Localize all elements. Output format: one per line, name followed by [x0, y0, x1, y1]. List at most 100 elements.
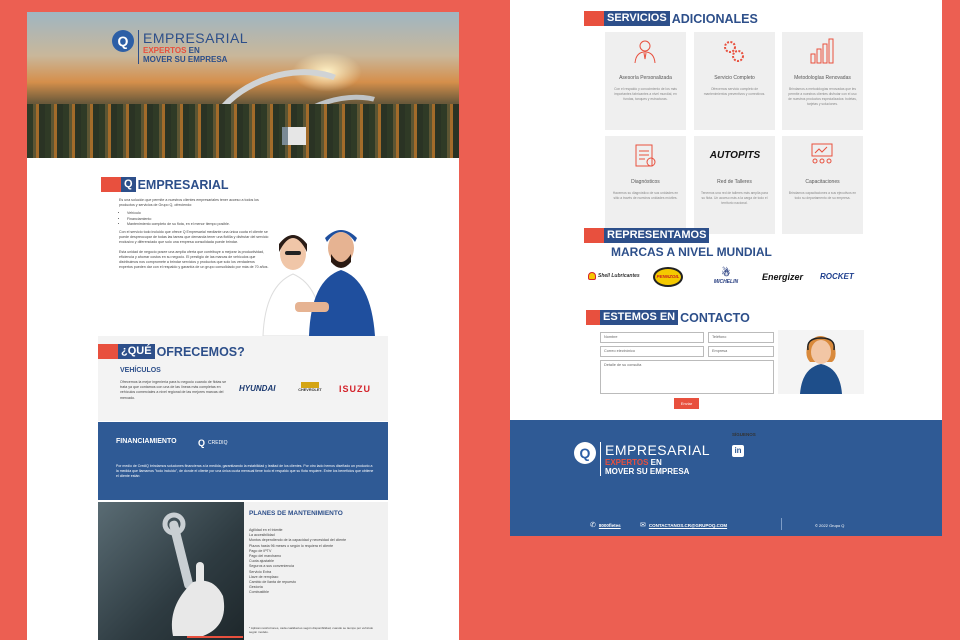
tile-title: Capacitaciones	[805, 179, 840, 185]
footer-logo-title: EMPRESARIAL	[605, 442, 711, 458]
vehicles-title: VEHÍCULOS	[120, 367, 161, 374]
team-photo	[249, 224, 381, 337]
hero-logo[interactable]: Q EMPRESARIAL EXPERTOS EN MOVER SU EMPRE…	[112, 30, 248, 64]
right-page: SERVICIOS ADICIONALES Asesoría Personali…	[510, 0, 942, 536]
agent-photo	[778, 330, 864, 394]
shell-logo[interactable]: Shell Lubricantes	[588, 272, 640, 280]
heading-accent	[586, 310, 600, 325]
service-tile-training[interactable]: Capacitaciones Brindamos capacitaciones …	[782, 136, 863, 234]
footer-tag-red: EXPERTOS	[605, 458, 649, 467]
phone-input[interactable]: Teléfono	[708, 332, 774, 343]
advisor-icon	[634, 40, 656, 64]
heading-accent	[584, 11, 604, 26]
clipboard-icon	[635, 144, 656, 167]
q-logo-icon: Q	[574, 442, 596, 464]
michelin-label: MICHELIN	[713, 279, 739, 285]
heading-estemos: ESTEMOS EN	[600, 310, 679, 325]
follow-label: SÍGUENOS	[732, 432, 756, 437]
submit-label: Enviar	[680, 401, 693, 406]
crediq-q-icon: Q	[198, 438, 206, 448]
financing-box: FINANCIAMIENTO Q CREDIQ Por medio de Cre…	[98, 422, 388, 500]
name-input[interactable]: Nombre	[600, 332, 704, 343]
services-heading: SERVICIOS ADICIONALES	[584, 11, 758, 26]
michelin-logo[interactable]: ☃ MICHELIN	[708, 268, 744, 285]
financing-text: Por medio de CrediQ brindamos soluciones…	[116, 464, 374, 478]
isuzu-label: ISUZU	[339, 384, 371, 394]
chevrolet-logo[interactable]: CHEVROLET	[295, 382, 325, 392]
heading-representamos: REPRESENTAMOS	[604, 228, 710, 243]
autopits-logo: AUTOPITS	[700, 150, 770, 161]
tile-desc: Tenemos una red de talleres más amplia p…	[701, 191, 768, 205]
pennzoil-logo[interactable]: PENNZOIL	[653, 267, 683, 287]
logo-title: EMPRESARIAL	[143, 30, 249, 46]
left-page: Q EMPRESARIAL EXPERTOS EN MOVER SU EMPRE…	[27, 12, 459, 640]
intro-p2: Con el servicio todo incluido que ofrece…	[119, 230, 269, 245]
financing-title: FINANCIAMIENTO	[116, 438, 177, 445]
intro-text: Es una solución que permite a nuestros c…	[119, 198, 269, 280]
mechanic-photo	[98, 502, 244, 640]
represent-heading: REPRESENTAMOS	[584, 228, 710, 243]
email-address: CONTACTANOS.CR@GRUPOQ.COM	[648, 522, 728, 528]
crediq-logo[interactable]: Q CREDIQ	[198, 438, 227, 448]
maintenance-note: * Aplican restricciones, cada cualidad e…	[249, 626, 374, 634]
service-tile-workshops[interactable]: AUTOPITS Red de Talleres Tenemos una red…	[694, 136, 775, 234]
service-tile-diagnostics[interactable]: Diagnósticos Hacemos su diagnóstico de s…	[605, 136, 686, 234]
represent-subheading: MARCAS A NIVEL MUNDIAL	[611, 245, 772, 259]
heading-adicionales: ADICIONALES	[671, 11, 758, 26]
autopits-label: AUTOPITS	[709, 150, 761, 161]
logo-tag-red: EXPERTOS	[143, 46, 187, 55]
service-tile-methods[interactable]: Metodologías Renovadas Brindamos a metod…	[782, 32, 863, 130]
heading-accent	[101, 177, 121, 192]
accent-line	[187, 636, 243, 638]
maintenance-title: PLANES DE MANTENIMIENTO	[249, 510, 343, 517]
footer: Q EMPRESARIAL EXPERTOS EN MOVER SU EMPRE…	[510, 420, 942, 536]
heading-empresarial: EMPRESARIAL	[137, 177, 229, 192]
heading-contacto: CONTACTO	[680, 310, 750, 325]
shell-label: Shell Lubricantes	[598, 273, 640, 279]
tile-desc: Ofrecemos servicio completo de mantenimi…	[703, 87, 766, 96]
bar-chart-icon	[810, 38, 834, 64]
email-placeholder: Correo electrónico	[604, 349, 636, 353]
heading-accent	[98, 344, 118, 359]
service-tile-advisor[interactable]: Asesoría Personalizada Con el respaldo y…	[605, 32, 686, 130]
tile-title: Asesoría Personalizada	[619, 75, 672, 81]
linkedin-icon[interactable]: in	[732, 445, 744, 457]
tile-title: Diagnósticos	[631, 179, 660, 185]
vehicles-text: Ofrecemos la mejor ingeniería para tu ne…	[120, 380, 227, 400]
energizer-logo[interactable]: Energizer	[762, 272, 803, 282]
training-icon	[811, 143, 833, 164]
rocket-label: ROCKET	[820, 272, 854, 281]
maintenance-list: Agilidad en el trámite La accesibilidad …	[249, 528, 379, 596]
heading-ofrecemos: OFRECEMOS?	[156, 344, 245, 359]
tile-title: Metodologías Renovadas	[794, 75, 851, 81]
tile-desc: Hacemos su diagnóstico de sus unidades e…	[612, 191, 679, 200]
intro-p1: Es una solución que permite a nuestros c…	[119, 198, 259, 208]
footer-logo[interactable]: Q EMPRESARIAL EXPERTOS EN MOVER SU EMPRE…	[574, 442, 710, 476]
company-input[interactable]: Empresa	[708, 346, 774, 357]
michelin-man-icon: ☃	[721, 268, 731, 279]
truck-image	[282, 127, 306, 145]
hyundai-logo[interactable]: HYUNDAI	[239, 384, 275, 393]
mail-icon: ✉	[640, 522, 646, 529]
gears-icon	[724, 41, 744, 62]
tile-title: Red de Talleres	[717, 179, 752, 185]
rocket-logo[interactable]: ROCKET	[820, 272, 854, 281]
heading-q: Q	[121, 177, 136, 192]
service-tile-complete[interactable]: Servicio Completo Ofrecemos servicio com…	[694, 32, 775, 130]
intro-p3: Esta unidad de negocio posee una amplia …	[119, 249, 269, 270]
company-placeholder: Empresa	[712, 349, 728, 353]
shell-icon	[588, 272, 596, 280]
detail-textarea[interactable]: Detalle de su consulta	[600, 360, 774, 394]
tile-desc: Con el respaldo y conocimiento de los má…	[614, 87, 677, 101]
logo-tag-line2: MOVER SU EMPRESA	[143, 55, 228, 64]
footer-email[interactable]: ✉ CONTACTANOS.CR@GRUPOQ.COM	[640, 521, 727, 529]
crediq-label: CREDIQ	[208, 440, 228, 446]
footer-phone[interactable]: ✆ 8000fletes	[590, 521, 621, 529]
isuzu-logo[interactable]: ISUZU	[339, 384, 371, 394]
email-input[interactable]: Correo electrónico	[600, 346, 704, 357]
submit-button[interactable]: Enviar	[674, 398, 699, 409]
hyundai-label: HYUNDAI	[239, 384, 276, 393]
forest	[27, 104, 459, 158]
footer-tag-white: EN	[648, 458, 662, 467]
phone-placeholder: Teléfono	[712, 335, 727, 339]
